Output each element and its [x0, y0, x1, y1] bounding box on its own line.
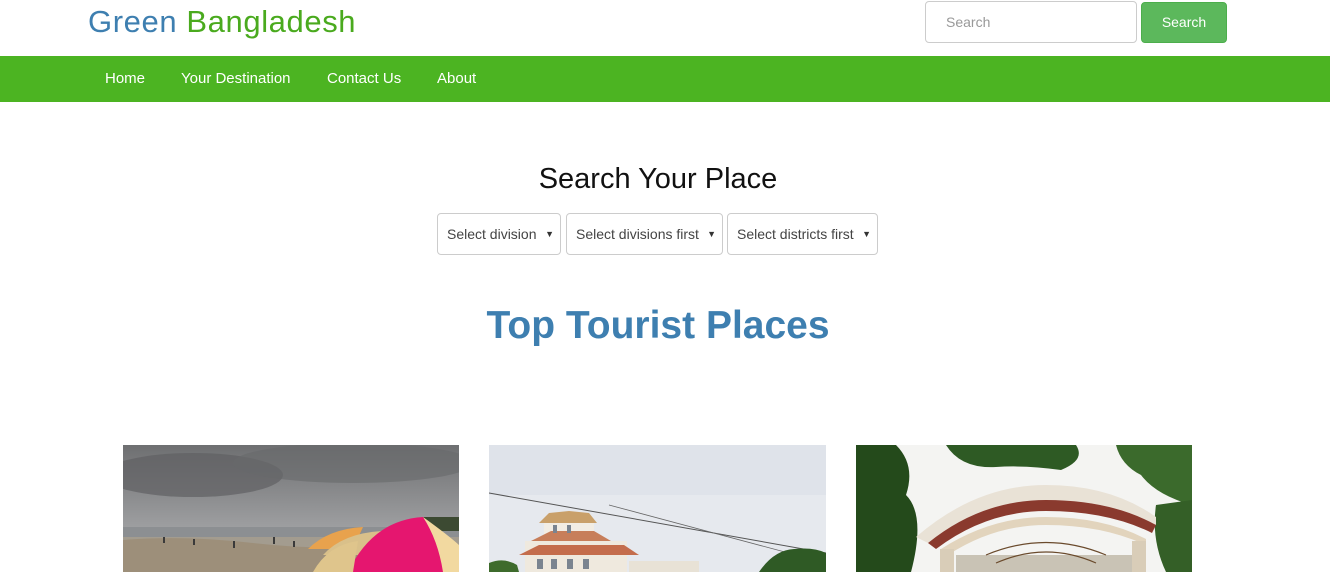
- building-photo: [489, 445, 826, 572]
- dropdown-arrow-icon: ▼: [545, 229, 554, 239]
- header: Green Bangladesh Search: [0, 0, 1330, 56]
- brand-word-bangladesh: Bangladesh: [186, 4, 357, 39]
- beach-photo: [123, 445, 459, 572]
- division-select-value: Select division: [447, 226, 537, 242]
- nav-home[interactable]: Home: [105, 56, 145, 102]
- place-select-value: Select districts first: [737, 226, 854, 242]
- page: Green Bangladesh Search Home Your Destin…: [0, 0, 1330, 572]
- nav-your-destination[interactable]: Your Destination: [181, 56, 291, 102]
- brand-logo[interactable]: Green Bangladesh: [88, 2, 356, 42]
- search-button[interactable]: Search: [1141, 2, 1227, 43]
- main-nav: Home Your Destination Contact Us About: [0, 56, 1330, 102]
- brand-word-green: Green: [88, 4, 178, 39]
- place-card-beach[interactable]: [123, 445, 459, 572]
- place-card-park-gate[interactable]: [856, 445, 1192, 572]
- dropdown-arrow-icon: ▼: [862, 229, 871, 239]
- district-select-value: Select divisions first: [576, 226, 699, 242]
- search-input[interactable]: [925, 1, 1137, 43]
- nav-about[interactable]: About: [437, 56, 476, 102]
- nav-contact-us[interactable]: Contact Us: [327, 56, 401, 102]
- search-section-title: Search Your Place: [538, 163, 778, 195]
- dropdown-arrow-icon: ▼: [707, 229, 716, 239]
- place-card-building[interactable]: [489, 445, 826, 572]
- division-select[interactable]: Select division ▼: [437, 213, 561, 255]
- place-select[interactable]: Select districts first ▼: [727, 213, 878, 255]
- top-places-heading: Top Tourist Places: [486, 304, 830, 347]
- district-select[interactable]: Select divisions first ▼: [566, 213, 723, 255]
- park-gate-photo: [856, 445, 1192, 572]
